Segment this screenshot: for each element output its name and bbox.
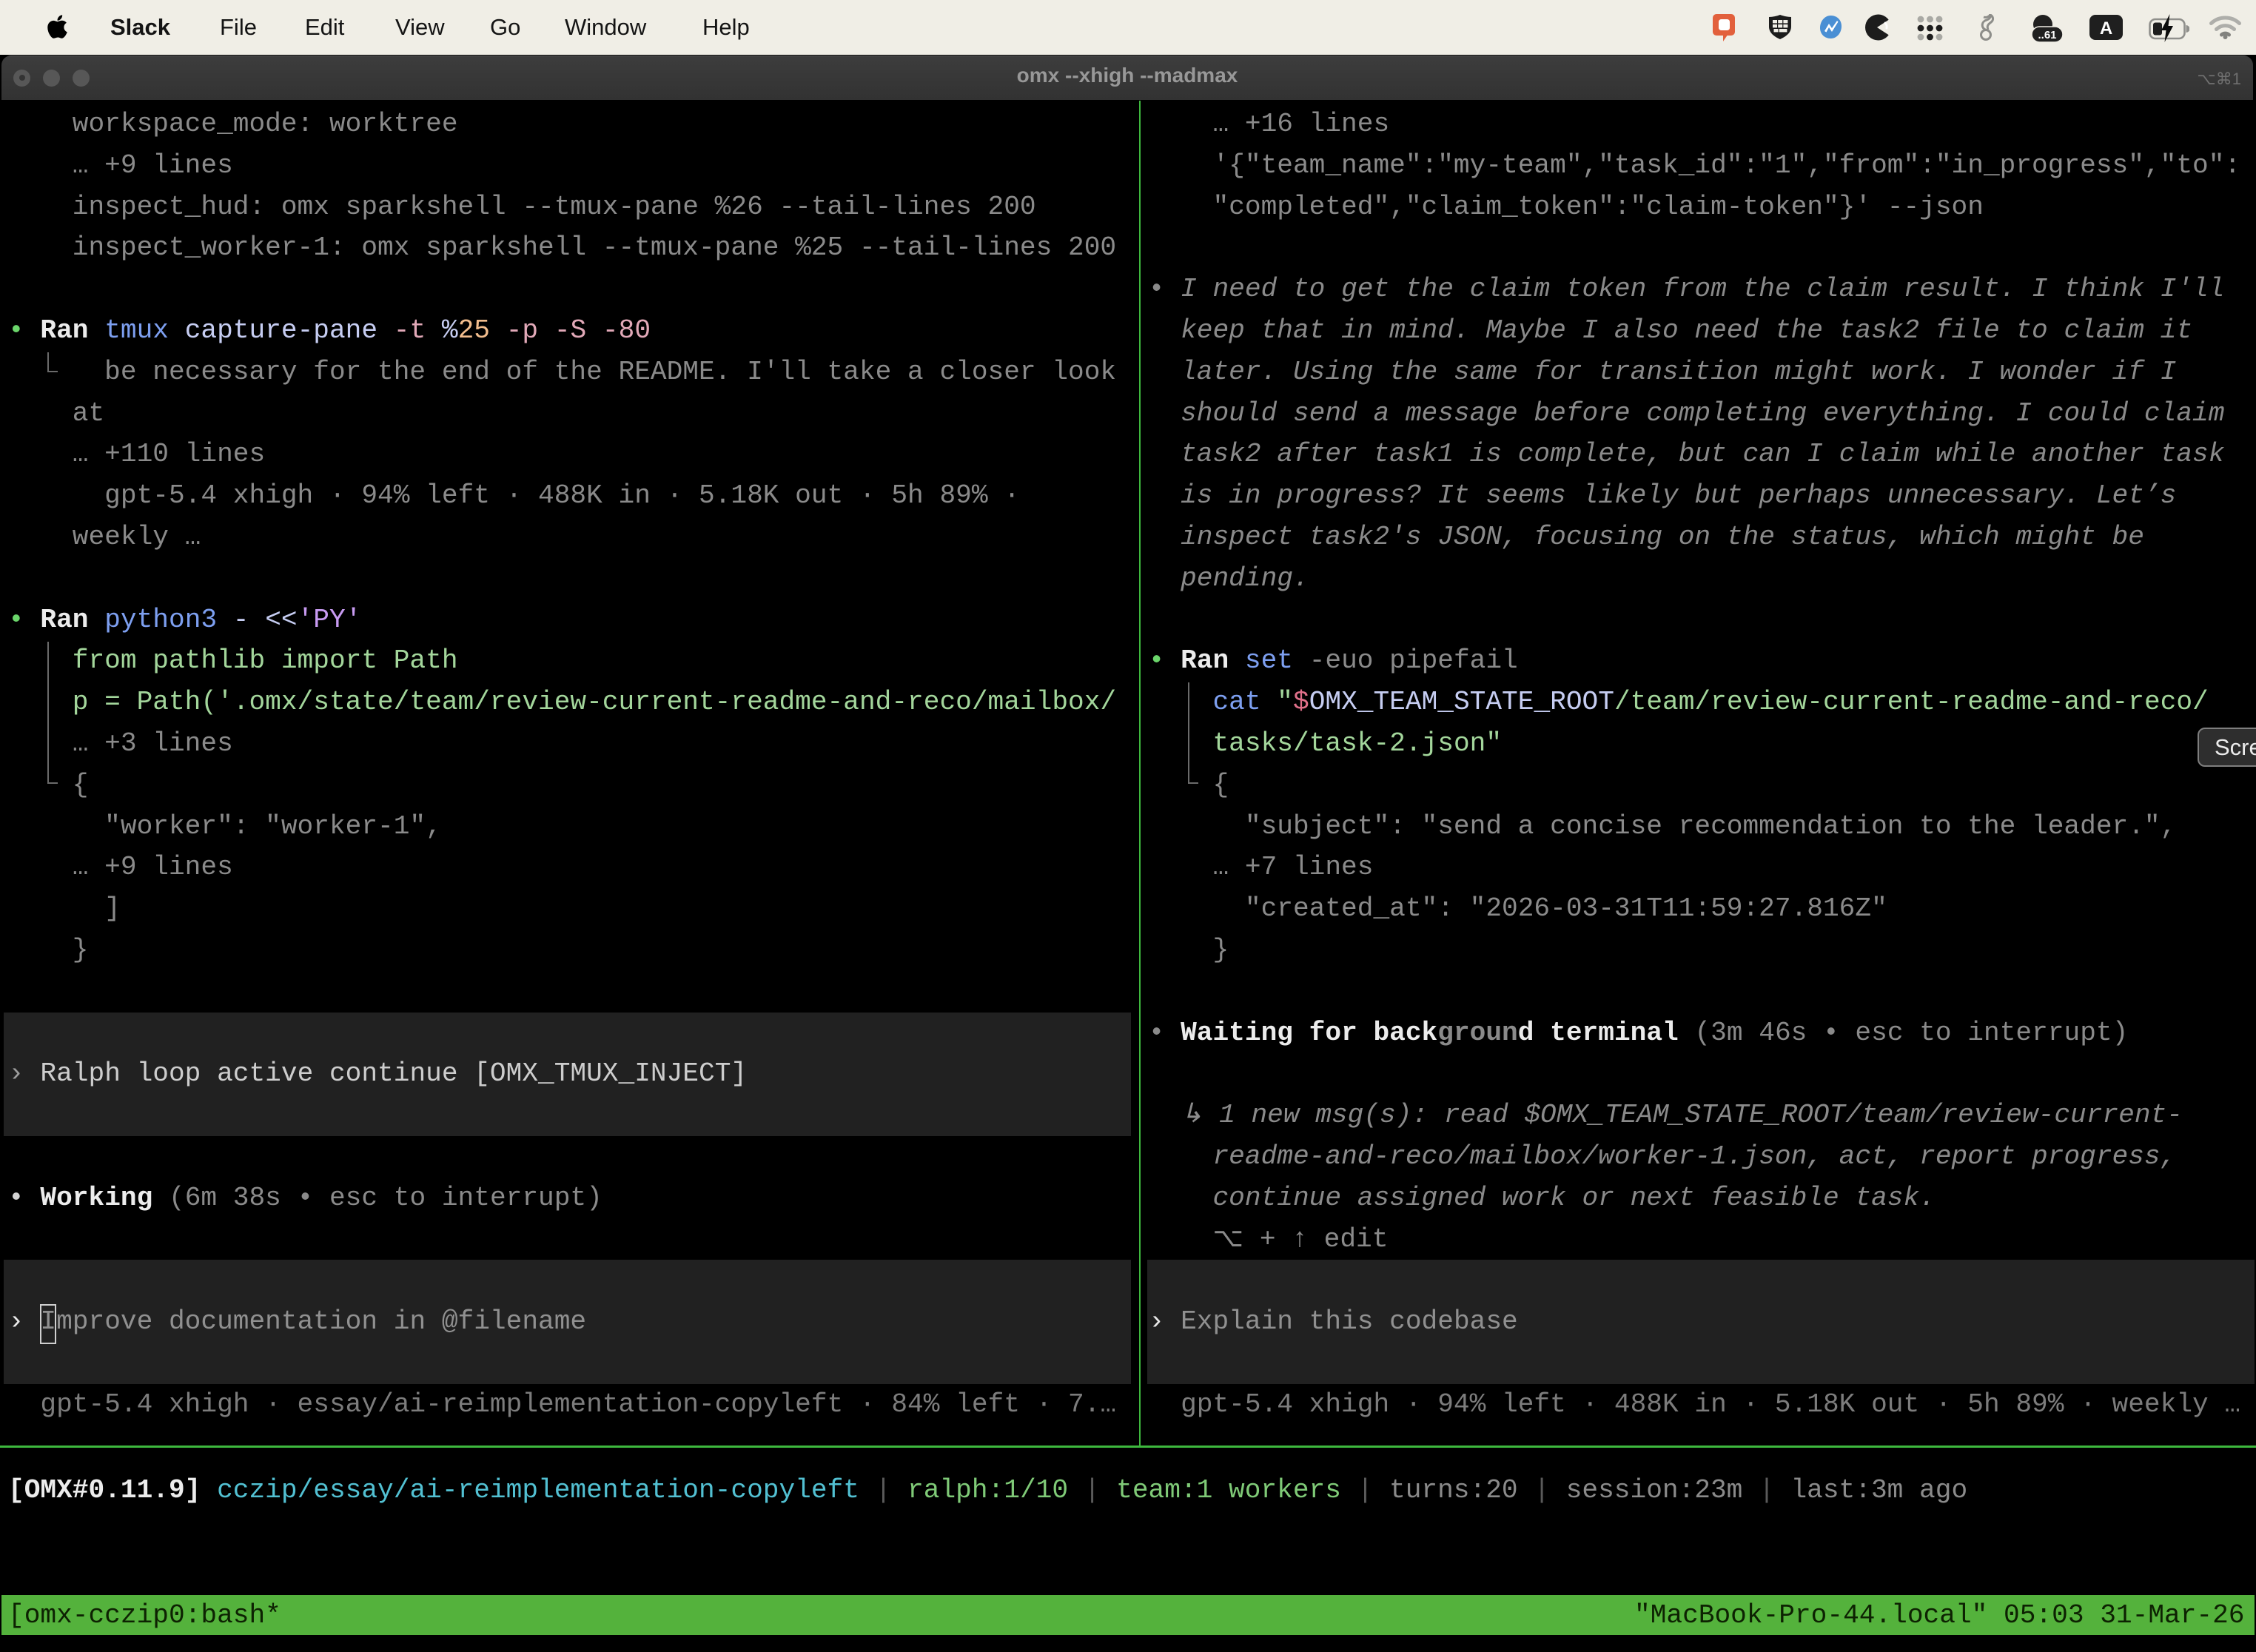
- svg-text:..61: ..61: [2038, 29, 2056, 41]
- svg-text:A: A: [2100, 19, 2112, 38]
